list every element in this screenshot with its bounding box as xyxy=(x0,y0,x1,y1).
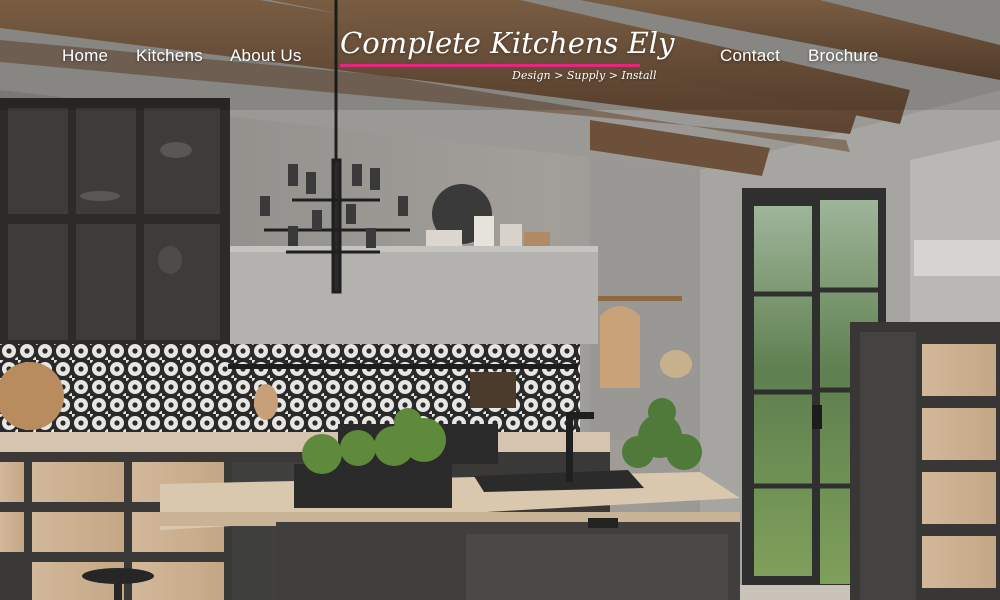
main-navigation: Home Kitchens About Us Complete Kitchens… xyxy=(0,0,1000,110)
nav-contact-link[interactable]: Contact xyxy=(720,46,780,66)
logo-underline xyxy=(340,64,640,67)
nav-kitchens-link[interactable]: Kitchens xyxy=(136,46,203,66)
nav-about-us-link[interactable]: About Us xyxy=(230,46,302,66)
nav-home-link[interactable]: Home xyxy=(62,46,108,66)
logo-name: Complete Kitchens Ely xyxy=(340,26,675,60)
logo-tagline: Design > Supply > Install xyxy=(512,69,657,82)
site-logo[interactable]: Complete Kitchens Ely Design > Supply > … xyxy=(336,22,674,88)
nav-brochure-link[interactable]: Brochure xyxy=(808,46,879,66)
